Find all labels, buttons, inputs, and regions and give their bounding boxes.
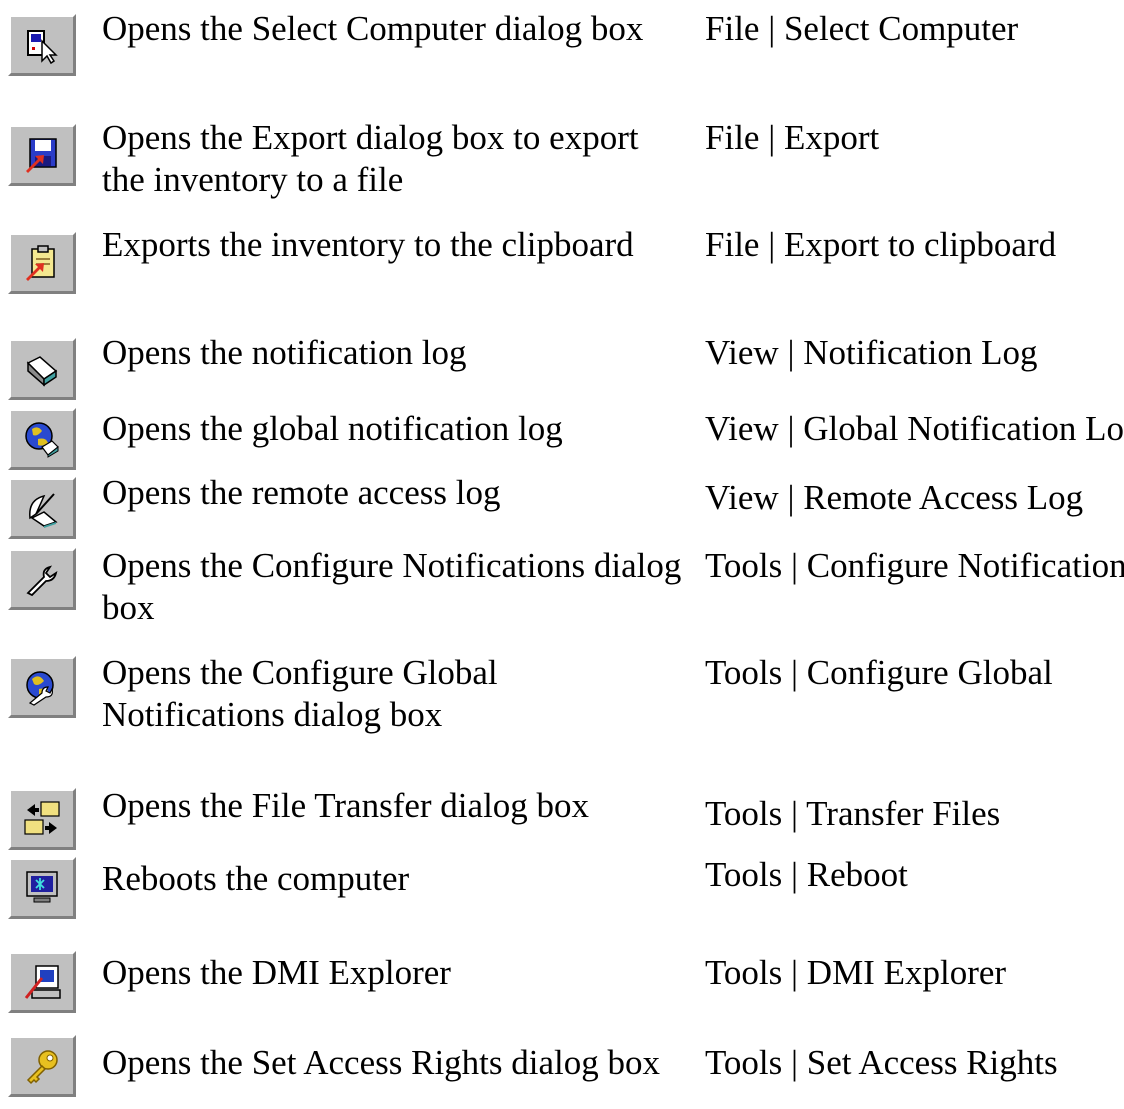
configure-global-notifications-icon	[26, 671, 54, 706]
menu-path: Tools | Transfer Files	[705, 794, 1001, 833]
command-description: Opens the remote access log	[102, 473, 501, 512]
remote-access-log-button[interactable]	[8, 477, 76, 539]
command-description: Exports the inventory to the clipboard	[102, 225, 634, 264]
reboot-button[interactable]	[8, 857, 76, 919]
command-description: Opens the Export dialog box to export th…	[102, 118, 639, 199]
set-access-rights-button[interactable]	[8, 1035, 76, 1097]
command-description: Opens the Set Access Rights dialog box	[102, 1043, 661, 1082]
command-description: Reboots the computer	[102, 859, 410, 898]
dmi-explorer-button[interactable]	[8, 951, 76, 1013]
command-description: Opens the global notification log	[102, 409, 563, 448]
command-description: Opens the Configure Global Notifications…	[102, 653, 498, 734]
file-transfer-icon	[24, 801, 60, 835]
remote-access-log-icon	[29, 493, 58, 528]
menu-path: Tools | Reboot	[705, 855, 908, 894]
menu-path: File | Export to clipboard	[705, 225, 1057, 264]
export-clipboard-icon	[26, 245, 55, 281]
menu-path: View | Global Notification Log	[705, 409, 1124, 448]
file-transfer-button[interactable]	[8, 788, 76, 850]
command-description: Opens the notification log	[102, 333, 467, 372]
select-computer-button[interactable]	[8, 14, 76, 76]
command-description: Opens the Configure Notifications dialog…	[102, 546, 682, 627]
global-notification-log-icon	[25, 422, 59, 458]
command-description: Opens the File Transfer dialog box	[102, 786, 590, 825]
notification-log-icon	[26, 356, 58, 387]
reboot-monitor-icon	[26, 871, 58, 903]
menu-path: Tools | Set Access Rights	[705, 1043, 1058, 1082]
menu-path: Tools | DMI Explorer	[705, 953, 1007, 992]
access-rights-key-icon	[26, 1050, 58, 1085]
menu-path: File | Select Computer	[705, 9, 1019, 48]
export-button[interactable]	[8, 124, 76, 186]
menu-path: View | Notification Log	[705, 333, 1038, 372]
menu-path: Tools | Configure Notifications	[705, 546, 1124, 585]
global-notification-log-button[interactable]	[8, 408, 76, 470]
menu-path: File | Export	[705, 118, 880, 157]
configure-notifications-button[interactable]	[8, 548, 76, 610]
dmi-explorer-icon	[24, 965, 61, 999]
configure-notifications-wrench-icon	[26, 565, 58, 597]
export-floppy-icon	[26, 138, 57, 173]
select-computer-icon	[27, 30, 58, 65]
menu-path: View | Remote Access Log	[705, 478, 1084, 517]
command-description: Opens the DMI Explorer	[102, 953, 451, 992]
menu-path: Tools | Configure Global	[705, 653, 1053, 692]
export-clipboard-button[interactable]	[8, 232, 76, 294]
configure-global-notifications-button[interactable]	[8, 656, 76, 718]
command-description: Opens the Select Computer dialog box	[102, 9, 644, 48]
notification-log-button[interactable]	[8, 338, 76, 400]
